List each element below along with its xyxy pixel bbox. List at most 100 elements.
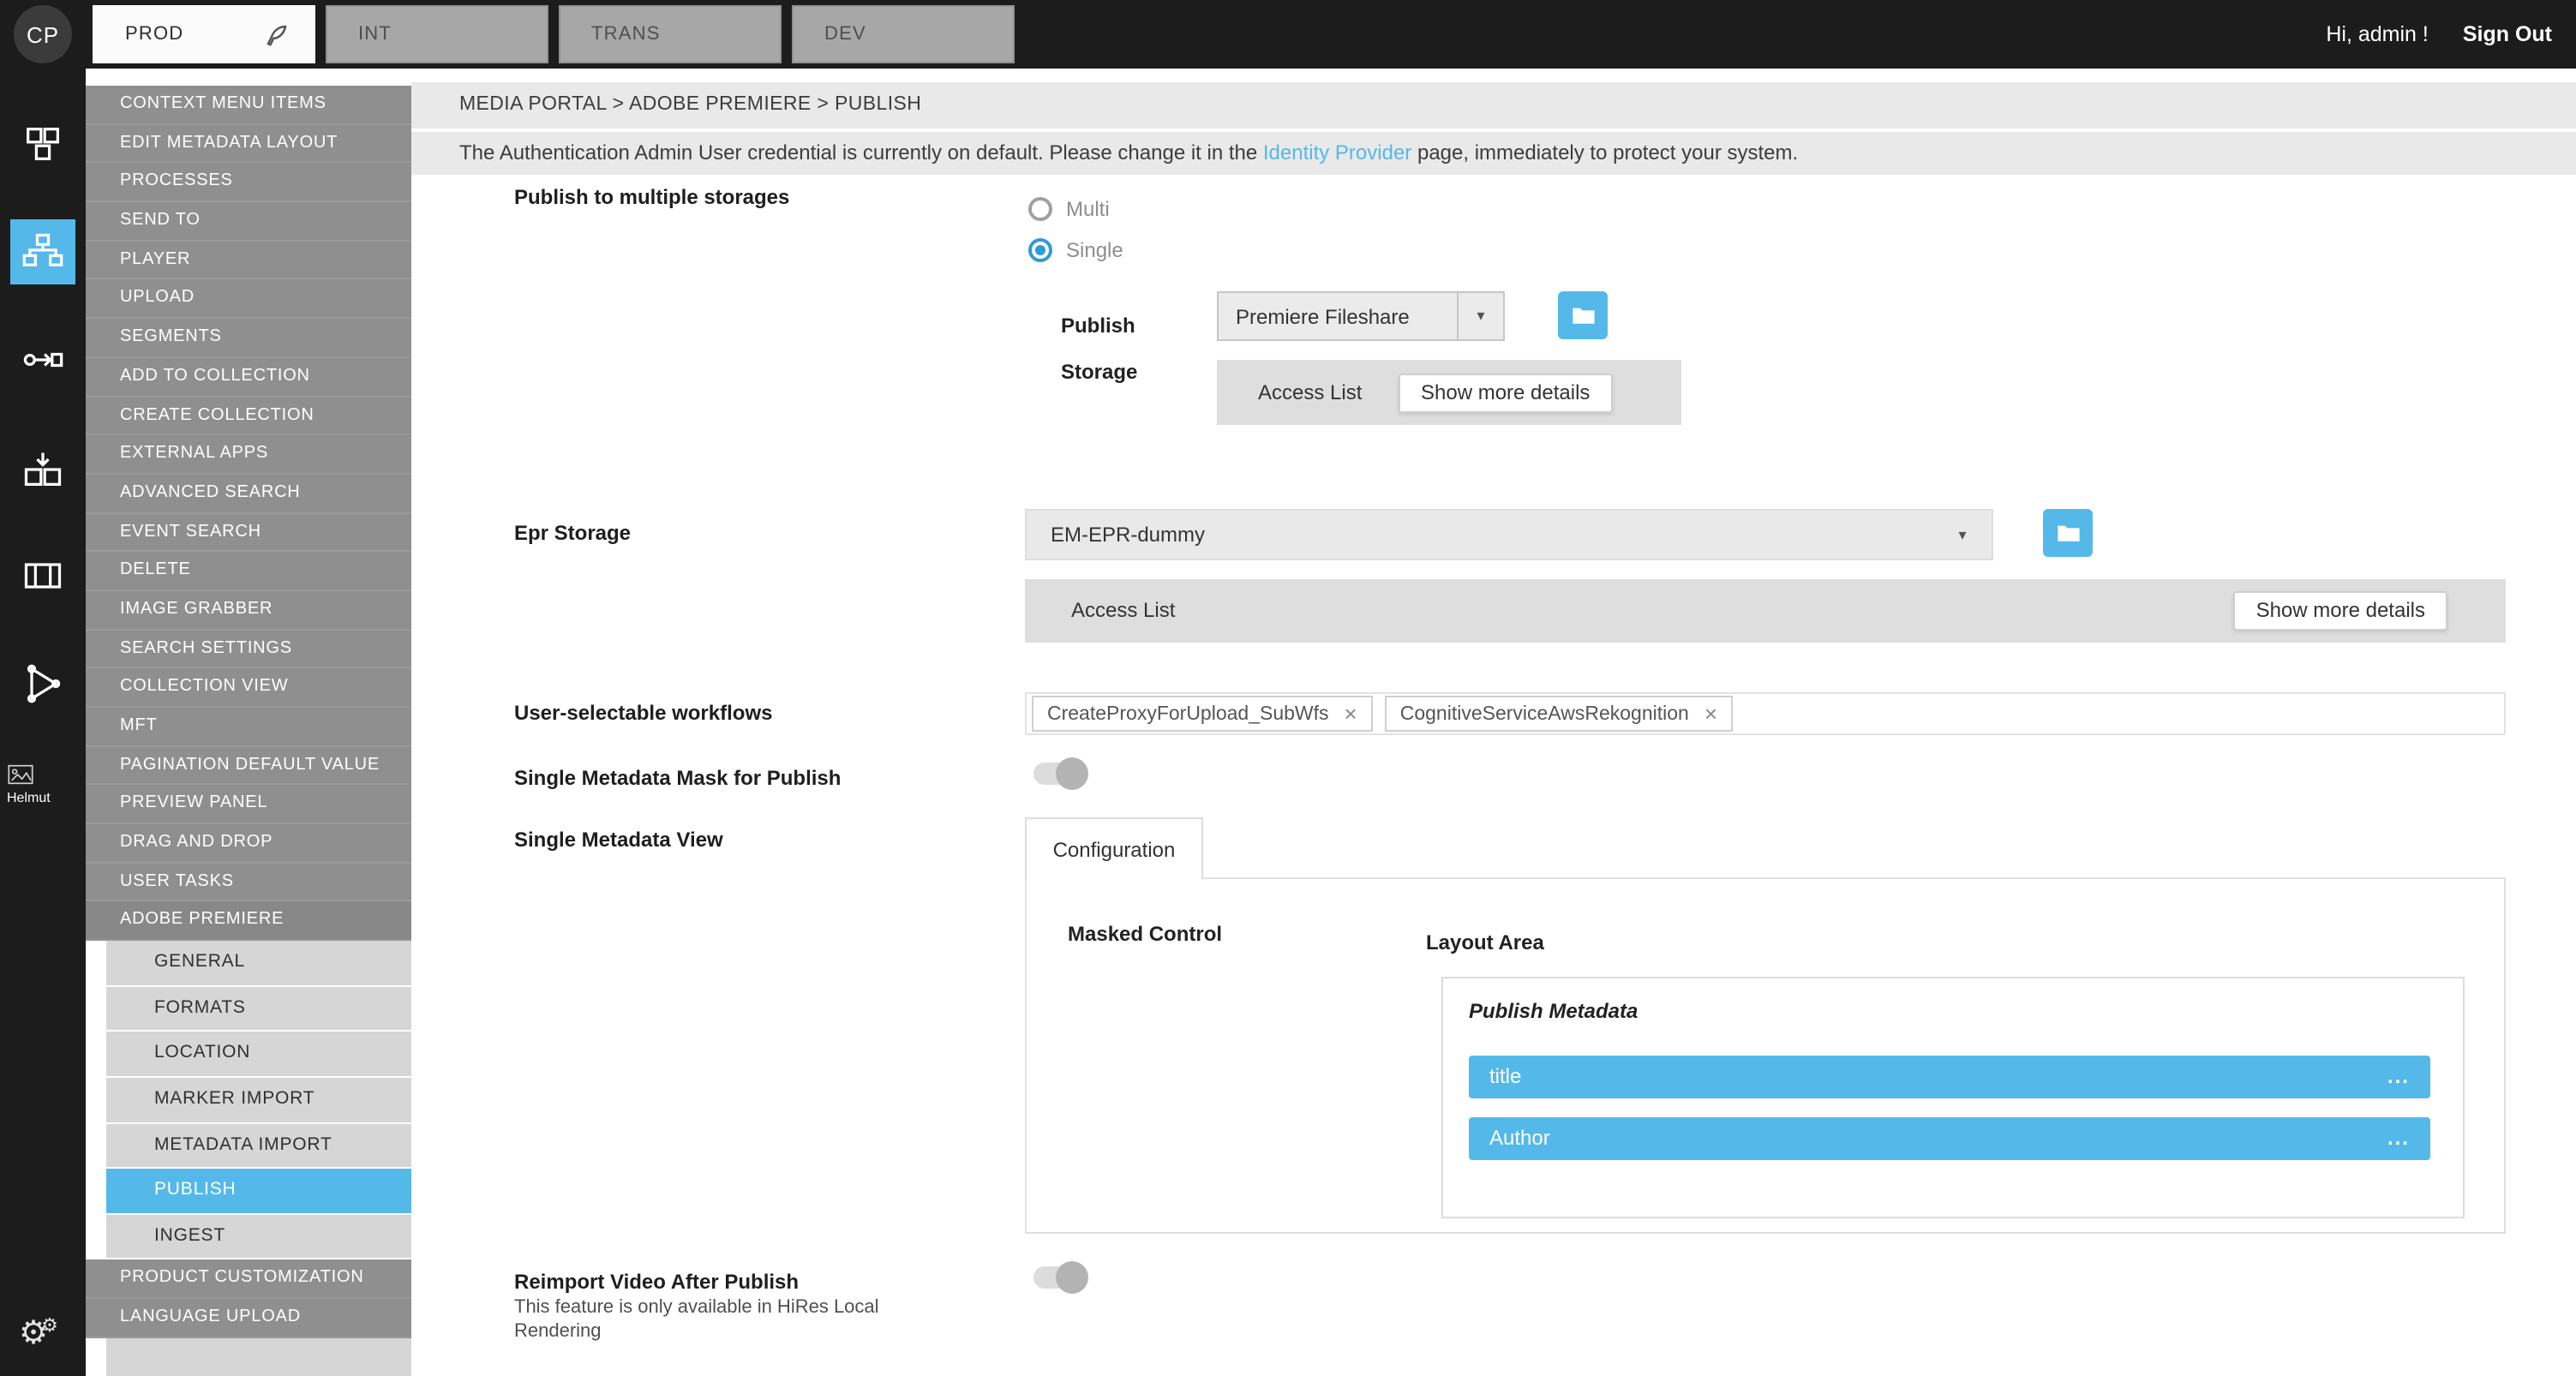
- sidebar-item-external-apps[interactable]: EXTERNAL APPS: [86, 435, 411, 474]
- workflow-tag[interactable]: CreateProxyForUpload_SubWfs ×: [1032, 696, 1373, 732]
- sidebar-item-drag-and-drop[interactable]: DRAG AND DROP: [86, 824, 411, 863]
- epr-storage-dropdown[interactable]: EM-EPR-dummy ▾: [1025, 509, 1993, 560]
- field-options-icon[interactable]: ...: [2387, 1056, 2410, 1098]
- user-area: Hi, admin ! Sign Out: [2326, 0, 2552, 69]
- settings-gear-icon[interactable]: ⚙⚙: [19, 1318, 65, 1355]
- environment-tabs: PROD INT TRANS DEV: [93, 5, 1015, 63]
- app-logo[interactable]: CP: [14, 5, 72, 63]
- sign-out-link[interactable]: Sign Out: [2463, 22, 2552, 46]
- player-graph-icon[interactable]: [17, 658, 69, 709]
- env-tab-int[interactable]: INT: [326, 5, 548, 63]
- radio-single-label: Single: [1066, 238, 1123, 262]
- sidebar-item-edit-metadata-layout[interactable]: EDIT METADATA LAYOUT: [86, 124, 411, 163]
- top-bar: CP PROD INT TRANS DEV Hi, admin ! Sign O…: [0, 0, 2576, 69]
- sidebar-item-language-upload[interactable]: LANGUAGE UPLOAD: [86, 1299, 411, 1337]
- radio-option-single[interactable]: Single: [1028, 238, 1123, 262]
- metadata-field-title[interactable]: title ...: [1469, 1056, 2430, 1098]
- env-tab-trans[interactable]: TRANS: [559, 5, 782, 63]
- metadata-field-label: title: [1489, 1064, 1521, 1088]
- tab-configuration[interactable]: Configuration: [1025, 817, 1203, 879]
- reimport-video-toggle[interactable]: [1033, 1266, 1085, 1289]
- epr-storage-access-strip: Access List Show more details: [1025, 579, 2506, 643]
- env-tab-dev-label: DEV: [824, 24, 866, 45]
- publish-storage-access-strip: Access List Show more details: [1217, 360, 1681, 425]
- sidebar-item-create-collection[interactable]: CREATE COLLECTION: [86, 397, 411, 435]
- settings-sidebar: CONTEXT MENU ITEMS EDIT METADATA LAYOUT …: [86, 86, 411, 1376]
- sidebar-item-event-search[interactable]: EVENT SEARCH: [86, 513, 411, 552]
- epr-storage-label: Epr Storage: [514, 521, 631, 545]
- sidebar-item-search-settings[interactable]: SEARCH SETTINGS: [86, 630, 411, 668]
- single-metadata-mask-label: Single Metadata Mask for Publish: [514, 766, 841, 790]
- main-content: MEDIA PORTAL > ADOBE PREMIERE > PUBLISH …: [411, 69, 2576, 1376]
- sidebar-item-mft[interactable]: MFT: [86, 708, 411, 746]
- chevron-down-icon[interactable]: ▾: [1457, 293, 1503, 339]
- sidebar-item-add-to-collection[interactable]: ADD TO COLLECTION: [86, 358, 411, 397]
- submenu-item-marker-import[interactable]: MARKER IMPORT: [106, 1078, 411, 1122]
- media-frames-icon[interactable]: [17, 550, 69, 601]
- broken-image-icon: [7, 764, 34, 785]
- access-list-label: Access List: [1071, 579, 1175, 643]
- sidebar-item-product-customization[interactable]: PRODUCT CUSTOMIZATION: [86, 1260, 411, 1299]
- submenu-item-general[interactable]: GENERAL: [106, 941, 411, 984]
- sidebar-item-processes[interactable]: PROCESSES: [86, 164, 411, 202]
- show-more-details-button[interactable]: Show more details: [2234, 591, 2447, 631]
- remove-tag-icon[interactable]: ×: [1704, 701, 1717, 727]
- process-flow-icon[interactable]: [17, 334, 69, 386]
- sidebar-item-preview-panel[interactable]: PREVIEW PANEL: [86, 786, 411, 824]
- publish-metadata-group-title: Publish Metadata: [1469, 999, 1638, 1023]
- sidebar-item-image-grabber[interactable]: IMAGE GRABBER: [86, 591, 411, 630]
- publish-storage-browse-button[interactable]: [1558, 291, 1608, 339]
- field-options-icon[interactable]: ...: [2387, 1117, 2410, 1160]
- sidebar-item-context-menu-items[interactable]: CONTEXT MENU ITEMS: [86, 86, 411, 124]
- gear-small-icon: ⚙: [41, 1316, 58, 1337]
- workflow-tags-field[interactable]: CreateProxyForUpload_SubWfs × CognitiveS…: [1025, 692, 2506, 735]
- epr-storage-browse-button[interactable]: [2043, 509, 2093, 557]
- sidebar-item-collection-view[interactable]: COLLECTION VIEW: [86, 669, 411, 708]
- chevron-down-icon[interactable]: ▾: [1933, 511, 1992, 559]
- submenu-item-ingest[interactable]: INGEST: [106, 1214, 411, 1258]
- env-tab-dev[interactable]: DEV: [792, 5, 1015, 63]
- sidebar-item-delete[interactable]: DELETE: [86, 553, 411, 591]
- submenu-item-publish[interactable]: PUBLISH: [106, 1169, 411, 1212]
- sidebar-item-pagination-default-value[interactable]: PAGINATION DEFAULT VALUE: [86, 746, 411, 785]
- sidebar-item-player[interactable]: PLAYER: [86, 242, 411, 280]
- helmut-label: Helmut: [7, 790, 82, 807]
- identity-provider-link[interactable]: Identity Provider: [1263, 141, 1411, 165]
- show-more-details-button[interactable]: Show more details: [1399, 374, 1612, 413]
- submenu-item-location[interactable]: LOCATION: [106, 1032, 411, 1076]
- modules-icon[interactable]: [17, 118, 69, 170]
- sidebar-item-upload[interactable]: UPLOAD: [86, 280, 411, 319]
- configuration-panel: Masked Control Layout Area Publish Metad…: [1025, 877, 2506, 1234]
- reimport-video-label: Reimport Video After Publish: [514, 1270, 799, 1294]
- radio-single-icon[interactable]: [1028, 238, 1052, 262]
- sidebar-item-adobe-premiere[interactable]: ADOBE PREMIERE: [86, 902, 411, 941]
- collection-boxes-icon[interactable]: [17, 444, 69, 495]
- env-tab-trans-label: TRANS: [591, 24, 661, 45]
- env-tab-prod[interactable]: PROD: [93, 5, 315, 63]
- quill-pen-icon: [264, 22, 290, 48]
- submenu-item-formats[interactable]: FORMATS: [106, 986, 411, 1030]
- user-greeting: Hi, admin !: [2326, 22, 2429, 46]
- publish-multiple-storages-label: Publish to multiple storages: [514, 185, 789, 209]
- sidebar-item-user-tasks[interactable]: USER TASKS: [86, 864, 411, 902]
- folder-icon: [1571, 305, 1595, 326]
- publish-storage-dropdown[interactable]: Premiere Fileshare ▾: [1217, 291, 1505, 341]
- single-metadata-mask-toggle[interactable]: [1033, 763, 1085, 785]
- publish-storage-label: Publish Storage: [1061, 303, 1171, 396]
- single-metadata-view-label: Single Metadata View: [514, 828, 723, 852]
- radio-multi-icon[interactable]: [1028, 197, 1052, 221]
- breadcrumb: MEDIA PORTAL > ADOBE PREMIERE > PUBLISH: [411, 82, 2576, 129]
- remove-tag-icon[interactable]: ×: [1345, 701, 1357, 727]
- sidebar-item-send-to[interactable]: SEND TO: [86, 202, 411, 241]
- workflow-tag[interactable]: CognitiveServiceAwsRekognition ×: [1385, 696, 1733, 732]
- reimport-note: This feature is only available in HiRes …: [514, 1295, 926, 1343]
- metadata-field-author[interactable]: Author ...: [1469, 1117, 2430, 1160]
- masked-control-label: Masked Control: [1068, 922, 1222, 946]
- helmut-broken-image: Helmut: [7, 764, 82, 807]
- submenu-item-metadata-import[interactable]: METADATA IMPORT: [106, 1123, 411, 1167]
- sidebar-item-advanced-search[interactable]: ADVANCED SEARCH: [86, 475, 411, 513]
- radio-option-multi[interactable]: Multi: [1028, 197, 1110, 221]
- sidebar-item-segments[interactable]: SEGMENTS: [86, 319, 411, 357]
- workflow-tree-icon[interactable]: [17, 226, 69, 278]
- metadata-field-label: Author: [1489, 1126, 1550, 1150]
